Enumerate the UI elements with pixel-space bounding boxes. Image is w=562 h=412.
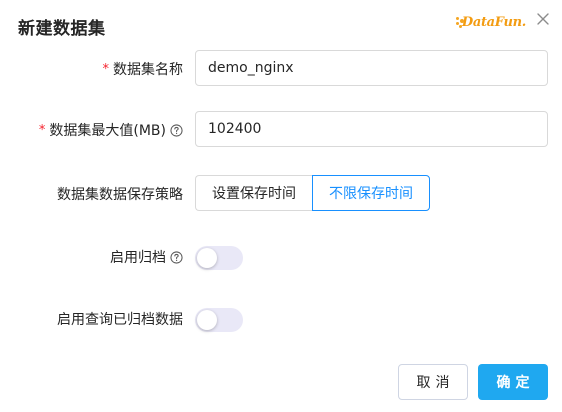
retention-option-unlimited[interactable]: 不限保存时间 bbox=[312, 175, 430, 211]
name-label-text: 数据集名称 bbox=[113, 62, 183, 78]
query-archived-label: 启用查询已归档数据 bbox=[57, 300, 183, 338]
retention-label-text: 数据集数据保存策略 bbox=[57, 187, 183, 203]
close-icon[interactable] bbox=[534, 10, 552, 28]
dialog-title: 新建数据集 bbox=[18, 19, 106, 39]
max-size-input[interactable] bbox=[195, 111, 548, 147]
datafun-logo: DataFun. bbox=[456, 11, 526, 33]
form-row-retention: 数据集数据保存策略 设置保存时间 不限保存时间 bbox=[0, 175, 562, 213]
form-row-query-archived: 启用查询已归档数据 bbox=[0, 300, 562, 338]
new-dataset-dialog: 新建数据集 DataFun. * 数据集名称 * 数据集最大值(MB) bbox=[0, 0, 562, 412]
query-archived-label-text: 启用查询已归档数据 bbox=[57, 312, 183, 328]
toggle-knob bbox=[197, 248, 217, 268]
archive-toggle[interactable] bbox=[195, 246, 243, 270]
query-archived-toggle[interactable] bbox=[195, 308, 243, 332]
dataset-name-input[interactable] bbox=[195, 50, 548, 86]
name-label: * 数据集名称 bbox=[103, 50, 184, 88]
form-row-max-size: * 数据集最大值(MB) bbox=[0, 111, 562, 149]
retention-label: 数据集数据保存策略 bbox=[57, 175, 183, 213]
question-circle-icon[interactable] bbox=[170, 250, 183, 264]
ok-button[interactable]: 确定 bbox=[478, 364, 548, 400]
required-mark: * bbox=[102, 61, 110, 77]
logo-text: DataFun. bbox=[461, 14, 526, 30]
question-circle-icon[interactable] bbox=[170, 123, 183, 137]
logo-mark-icon bbox=[456, 15, 464, 29]
retention-option-set-time[interactable]: 设置保存时间 bbox=[195, 175, 312, 211]
max-size-label-text: 数据集最大值(MB) bbox=[49, 123, 166, 139]
required-mark: * bbox=[38, 122, 46, 138]
form-row-archive: 启用归档 bbox=[0, 238, 562, 276]
toggle-knob bbox=[197, 310, 217, 330]
archive-label-text: 启用归档 bbox=[110, 250, 166, 266]
cancel-button[interactable]: 取消 bbox=[398, 364, 468, 400]
retention-segmented-control: 设置保存时间 不限保存时间 bbox=[195, 175, 430, 211]
max-size-label: * 数据集最大值(MB) bbox=[39, 111, 183, 149]
archive-label: 启用归档 bbox=[110, 238, 183, 276]
form-row-name: * 数据集名称 bbox=[0, 50, 562, 88]
